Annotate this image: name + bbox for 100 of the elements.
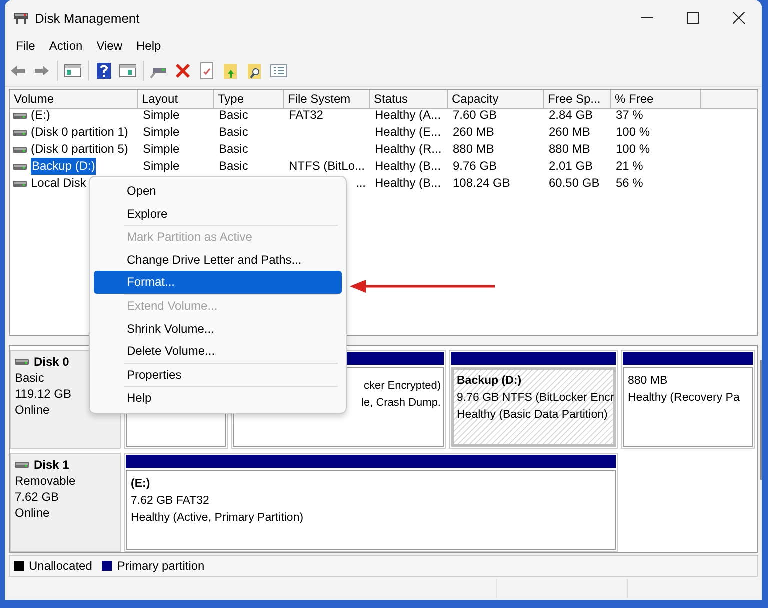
table-cell-text: 37 % — [615, 107, 644, 124]
table-cell-text: Healthy (B... — [374, 175, 442, 192]
table-cell-text: Simple — [142, 158, 181, 175]
window-title: Disk Management — [35, 10, 141, 26]
volume-name[interactable]: (E:) — [31, 107, 50, 124]
table-cell-text: Healthy (A... — [374, 107, 442, 124]
column-header[interactable]: Layout — [138, 90, 214, 109]
list-icon — [270, 62, 288, 80]
panel-button[interactable] — [119, 62, 137, 80]
table-cell-text: 880 MB — [548, 141, 592, 158]
partition-block[interactable]: 880 MB Healthy (Recovery Pa — [621, 350, 755, 449]
menu-item[interactable]: Open — [94, 180, 342, 203]
drive-icon — [15, 461, 29, 469]
help-button[interactable] — [95, 62, 113, 80]
disk-size: 119.12 GB — [15, 387, 72, 401]
column-header[interactable]: Volume — [10, 90, 138, 109]
volume-name[interactable]: (Disk 0 partition 5) — [31, 141, 128, 158]
disk-status: Online — [15, 506, 51, 520]
legend-label: Primary partition — [117, 559, 205, 573]
partition-detail: cker Encrypted) — [364, 379, 441, 394]
column-header[interactable]: % Free — [611, 90, 701, 109]
list-button[interactable] — [270, 62, 288, 80]
partition-title: Backup (D:) — [457, 374, 523, 389]
table-cell-text: FAT32 — [288, 107, 324, 124]
menu-item[interactable]: Help — [130, 39, 168, 53]
menu-item[interactable]: Explore — [94, 202, 342, 226]
table-cell-text: 260 MB — [452, 124, 496, 141]
partition-block[interactable]: (E:) 7.62 GB FAT32 Healthy (Active, Primary Partition) — [124, 453, 618, 552]
partition-detail: 880 MB — [628, 374, 669, 389]
drive-icon — [15, 358, 29, 366]
checklist-button[interactable] — [198, 62, 216, 80]
menu-item: Mark Partition as Active — [126, 229, 254, 246]
volume-name[interactable]: (Disk 0 partition 1) — [31, 124, 128, 141]
table-cell-text: NTFS (BitLo... — [288, 158, 366, 175]
menu-item[interactable]: View — [90, 39, 130, 53]
drive-icon — [13, 180, 27, 188]
disk-management-icon — [13, 11, 29, 25]
menu-item[interactable]: File — [9, 39, 42, 53]
menu-item[interactable]: Shrink Volume... — [94, 318, 342, 340]
drive-icon — [13, 146, 27, 154]
delete-icon — [174, 62, 192, 80]
drive-icon — [13, 112, 27, 120]
folder-up-icon — [222, 62, 240, 80]
menu-item[interactable]: Format... — [94, 271, 342, 294]
disk-type: Basic — [15, 371, 46, 385]
disk-type: Removable — [15, 474, 77, 488]
panel-icon — [64, 62, 82, 80]
disk-name: Disk 0 — [34, 355, 70, 369]
table-cell-text: 56 % — [615, 175, 644, 192]
disk-size: 7.62 GB — [15, 490, 60, 504]
table-cell-text: 60.50 GB — [548, 175, 601, 192]
table-cell-text: Healthy (B... — [374, 158, 442, 175]
table-cell-text: 2.84 GB — [548, 107, 594, 124]
partition-detail: Healthy (Active, Primary Partition) — [131, 511, 305, 526]
table-cell-text: 7.60 GB — [452, 107, 498, 124]
help-icon — [95, 62, 113, 80]
table-cell-text: 9.76 GB — [452, 158, 498, 175]
disk-status: Online — [15, 403, 51, 417]
column-header[interactable]: Free Sp... — [544, 90, 611, 109]
checklist-icon — [198, 62, 216, 80]
column-header[interactable]: Type — [214, 90, 284, 109]
folder-search-button[interactable] — [246, 62, 264, 80]
table-cell-text: Simple — [142, 124, 181, 141]
partition-detail: le, Crash Dump. — [362, 396, 441, 411]
column-header[interactable]: Capacity — [448, 90, 544, 109]
menu-item[interactable]: Change Drive Letter and Paths... — [94, 248, 342, 272]
partition-block[interactable]: Backup (D:) 9.76 GB NTFS (BitLocker Encr Healthy (Basic Data Partition) — [449, 350, 618, 449]
table-cell-text: 880 MB — [452, 141, 496, 158]
volume-name[interactable]: Backup (D:) — [31, 158, 96, 175]
table-cell-text: 108.24 GB — [452, 175, 512, 192]
menu-item: Extend Volume... — [126, 298, 219, 315]
table-cell-text: Healthy (E... — [374, 124, 442, 141]
table-cell-text: 260 MB — [548, 124, 592, 141]
table-cell-text: Basic — [218, 124, 250, 141]
drive-icon — [13, 162, 27, 170]
table-cell-text: Basic — [218, 107, 250, 124]
table-cell-text: 100 % — [615, 124, 652, 141]
folder-search-icon — [246, 62, 264, 80]
table-cell-text: Simple — [142, 141, 181, 158]
table-cell-text: Healthy (R... — [374, 141, 443, 158]
table-cell-text: 100 % — [615, 141, 652, 158]
disk-name: Disk 1 — [34, 458, 70, 472]
volume-name[interactable]: Local Disk — [31, 175, 86, 192]
column-header[interactable]: File System — [284, 90, 370, 109]
menu-item[interactable]: Action — [42, 39, 90, 53]
partition-title: (E:) — [131, 477, 152, 492]
table-cell-text: Simple — [142, 107, 181, 124]
table-cell-text: 21 % — [615, 158, 644, 175]
table-cell-text: ... — [354, 175, 367, 192]
table-cell-text: Basic — [218, 158, 250, 175]
table-cell-text: 2.01 GB — [548, 158, 594, 175]
drive-icon — [13, 128, 27, 136]
panel-icon — [119, 62, 137, 80]
delete-button[interactable] — [174, 62, 192, 80]
folder-up-button[interactable] — [222, 62, 240, 80]
table-cell-text: Basic — [218, 141, 250, 158]
panel-button[interactable] — [64, 62, 82, 80]
column-header[interactable]: Status — [370, 90, 448, 109]
close-icon — [733, 12, 745, 24]
disk-info-panel[interactable]: Disk 1 Removable 7.62 GB Online — [10, 453, 121, 552]
